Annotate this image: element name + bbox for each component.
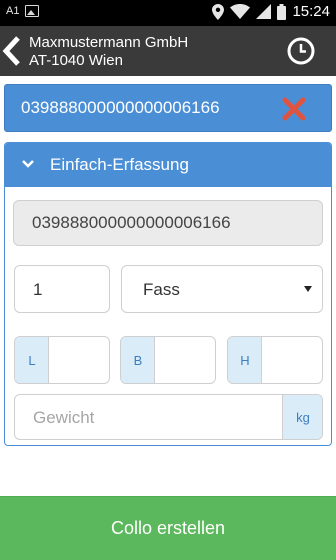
status-bar: A1 15:24 bbox=[0, 0, 336, 26]
barcode-value: 039888000000000006166 bbox=[32, 213, 231, 232]
location-icon bbox=[212, 3, 225, 20]
wifi-icon bbox=[230, 4, 251, 19]
dropdown-arrow-icon bbox=[304, 286, 312, 292]
scanned-barcode-bar: 039888000000000006166 bbox=[4, 84, 332, 132]
back-arrow-icon[interactable] bbox=[0, 34, 22, 68]
length-input[interactable]: L bbox=[14, 336, 110, 384]
close-icon[interactable] bbox=[281, 96, 307, 122]
scanned-barcode: 039888000000000006166 bbox=[21, 98, 220, 117]
quantity-value: 1 bbox=[33, 280, 43, 299]
battery-icon bbox=[277, 3, 287, 20]
height-addon: H bbox=[228, 337, 262, 383]
company-name: Maxmustermann GmbH bbox=[29, 34, 189, 51]
width-input[interactable]: B bbox=[120, 336, 216, 384]
weight-unit-addon: kg bbox=[282, 395, 322, 439]
clock-time: 15:24 bbox=[292, 3, 330, 20]
length-addon: L bbox=[15, 337, 49, 383]
height-label: H bbox=[240, 353, 250, 368]
length-label: L bbox=[28, 353, 36, 368]
app-header: Maxmustermann GmbH AT-1040 Wien bbox=[0, 26, 336, 76]
signal-icon bbox=[256, 4, 272, 19]
package-type-value: Fass bbox=[143, 280, 180, 299]
width-addon: B bbox=[121, 337, 155, 383]
create-collo-label: Collo erstellen bbox=[110, 518, 226, 538]
company-info: Maxmustermann GmbH AT-1040 Wien bbox=[29, 34, 188, 70]
panel-title: Einfach-Erfassung bbox=[50, 155, 189, 174]
quantity-input[interactable]: 1 bbox=[14, 265, 110, 313]
height-input[interactable]: H bbox=[227, 336, 323, 384]
status-bar-left: A1 bbox=[6, 5, 40, 17]
carrier-label: A1 bbox=[6, 5, 20, 17]
weight-input[interactable]: Gewicht kg bbox=[14, 394, 323, 440]
image-notification-icon bbox=[25, 5, 40, 17]
panel-header[interactable]: Einfach-Erfassung bbox=[5, 143, 331, 187]
company-address: AT-1040 Wien bbox=[29, 52, 123, 69]
clock-icon[interactable] bbox=[286, 36, 316, 66]
create-collo-button[interactable]: Collo erstellen bbox=[0, 496, 336, 560]
simple-entry-panel: Einfach-Erfassung 039888000000000006166 … bbox=[4, 142, 332, 446]
width-label: B bbox=[133, 353, 143, 368]
status-bar-right: 15:24 bbox=[212, 3, 330, 20]
package-type-select[interactable]: Fass bbox=[121, 265, 323, 313]
chevron-down-icon bbox=[22, 160, 34, 168]
barcode-field: 039888000000000006166 bbox=[13, 200, 323, 246]
weight-placeholder: Gewicht bbox=[33, 408, 95, 427]
weight-unit: kg bbox=[296, 410, 310, 425]
